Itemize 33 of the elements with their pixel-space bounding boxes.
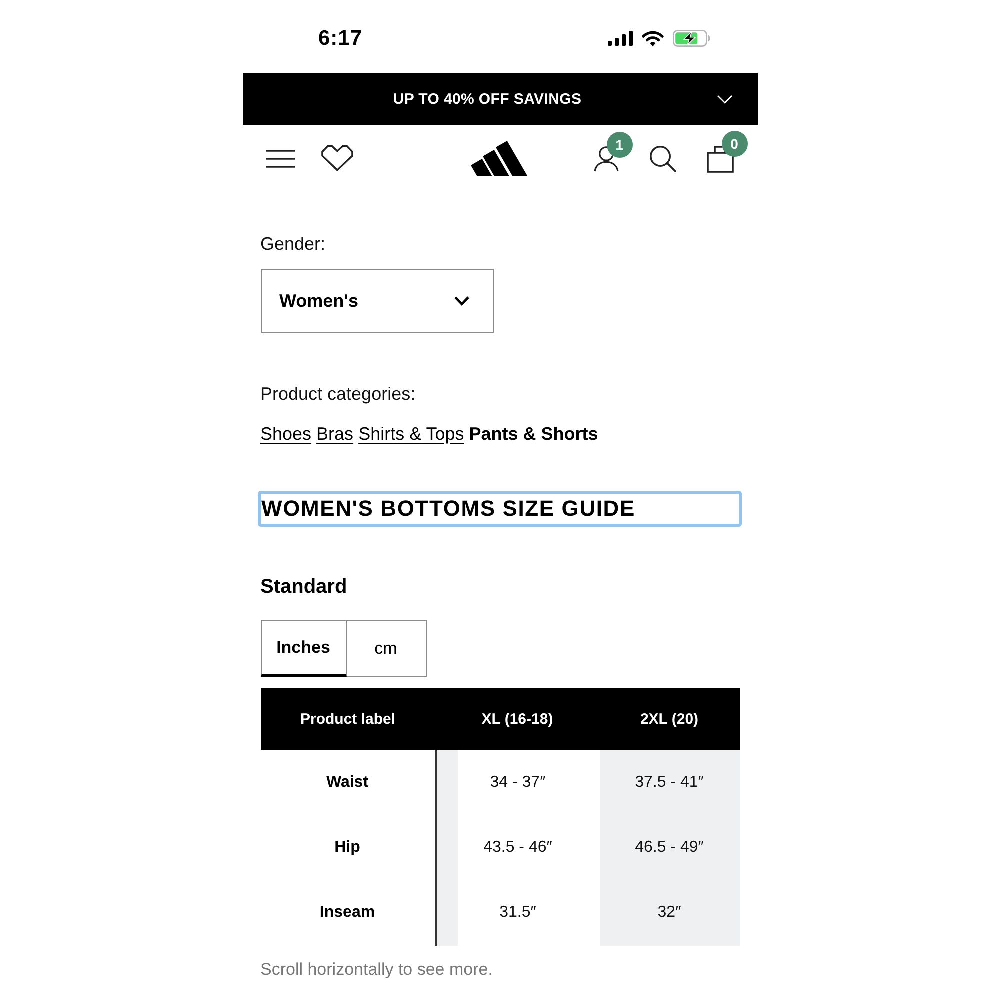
categories-label: Product categories: [260,383,416,406]
category-link[interactable]: Bras [316,422,354,446]
column-header: 2XL (20) [600,688,740,750]
table-cell: 46.5 - 49″ [600,815,740,881]
gender-label: Gender: [260,233,326,256]
promo-banner[interactable]: UP TO 40% OFF SAVINGS [242,73,758,125]
table-cell: 32″ [600,880,740,946]
three-bars-logo[interactable] [471,141,528,176]
battery-charging-icon [672,30,710,47]
count-badge: 0 [722,130,748,156]
search-icon[interactable] [648,144,676,172]
table-cell: 34 - 37″ [436,750,600,816]
chevron-down-icon [716,94,732,104]
menu-icon[interactable] [266,150,294,168]
count-badge: 1 [606,132,632,158]
category-link[interactable]: Pants & Shorts [469,422,598,446]
unit-tab[interactable]: cm [346,620,426,677]
heart-icon[interactable] [320,145,354,172]
column-header: Product label [260,688,436,750]
wifi-icon [642,30,664,46]
unit-tab[interactable]: Inches [260,620,346,677]
signal-icon [608,31,632,46]
column-header: XL (16-18) [436,688,600,750]
row-header: Waist [260,750,436,816]
scroll-hint: Scroll horizontally to see more. [260,958,493,981]
status-time: 6:17 [318,26,363,50]
table-cell: 37.5 - 41″ [600,750,740,816]
size-guide-heading: WOMEN'S BOTTOMS SIZE GUIDE [258,491,742,527]
section-title: Standard [260,575,348,600]
gender-select[interactable]: Women's [260,269,494,333]
category-link[interactable]: Shoes [260,422,312,446]
category-link[interactable]: Shirts & Tops [358,422,464,446]
chevron-down-icon [454,296,470,306]
